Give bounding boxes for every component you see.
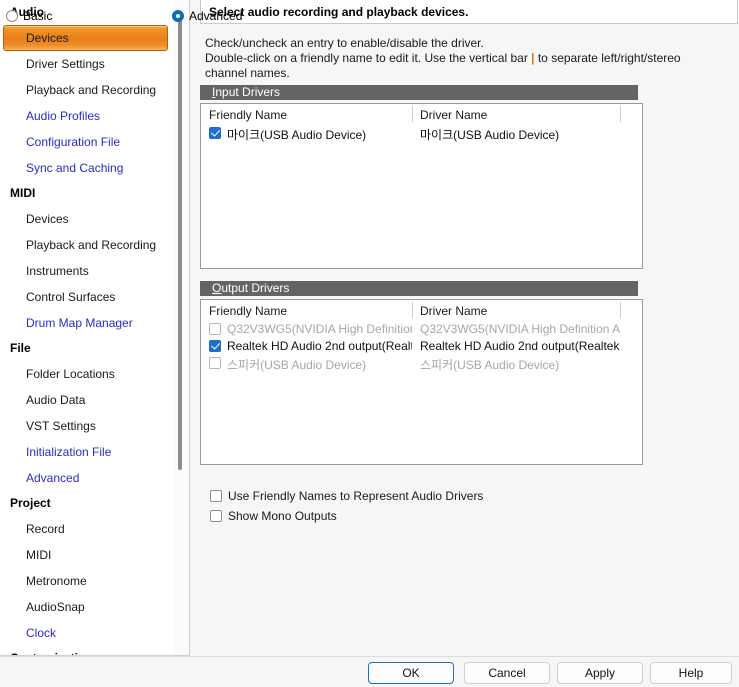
sidebar-item-playback-and-recording[interactable]: Playback and Recording: [0, 77, 172, 103]
driver-friendly-name[interactable]: 마이크(USB Audio Device): [227, 126, 412, 143]
sidebar-item-playback-and-recording[interactable]: Playback and Recording: [0, 232, 172, 258]
driver-name: Realtek HD Audio 2nd output(Realtek(...: [420, 339, 620, 353]
driver-enable-checkbox[interactable]: [209, 323, 221, 335]
sidebar-item-devices[interactable]: Devices: [0, 206, 172, 232]
sidebar-item-driver-settings[interactable]: Driver Settings: [0, 51, 172, 77]
sidebar-nav-list: Audio Devices Driver Settings Playback and …: [0, 0, 172, 655]
advanced-mode-label: Advanced: [189, 9, 243, 23]
show-mono-outputs-label: Show Mono Outputs: [228, 509, 337, 523]
cancel-button[interactable]: Cancel: [464, 662, 550, 684]
sidebar-item-vst-settings[interactable]: VST Settings: [0, 413, 172, 439]
driver-name: Q32V3WG5(NVIDIA High Definition Au...: [420, 322, 620, 336]
advanced-mode-radio[interactable]: [172, 10, 184, 22]
input-drivers-label-rest: nput Drivers: [215, 85, 281, 99]
output-drivers-label-rest: utput Drivers: [221, 281, 290, 295]
apply-button[interactable]: Apply: [557, 662, 643, 684]
instructions-line-2b: to separate left/right/stereo: [534, 51, 681, 65]
use-friendly-names-label: Use Friendly Names to Represent Audio Dr…: [228, 489, 484, 503]
input-col-driver-name[interactable]: Driver Name: [420, 108, 487, 122]
driver-friendly-name[interactable]: 스피커(USB Audio Device): [227, 356, 412, 373]
driver-enable-checkbox[interactable]: [209, 357, 221, 369]
driver-name: 마이크(USB Audio Device): [420, 128, 560, 142]
sidebar-item-record[interactable]: Record: [0, 516, 172, 542]
output-col-friendly-name[interactable]: Friendly Name: [209, 304, 287, 318]
output-col-divider-1[interactable]: [412, 302, 413, 318]
ok-button[interactable]: OK: [368, 662, 454, 684]
input-col-divider-1[interactable]: [412, 106, 413, 122]
sidebar-item-folder-locations[interactable]: Folder Locations: [0, 361, 172, 387]
sidebar-group-project: Project: [10, 496, 51, 510]
sidebar-item-clock[interactable]: Clock: [0, 620, 172, 646]
help-button[interactable]: Help: [650, 662, 732, 684]
sidebar-item-initialization-file[interactable]: Initialization File: [0, 439, 172, 465]
sidebar-item-midi[interactable]: MIDI: [0, 542, 172, 568]
sidebar-item-instruments[interactable]: Instruments: [0, 258, 172, 284]
sidebar-item-audio-data[interactable]: Audio Data: [0, 387, 172, 413]
input-col-friendly-name[interactable]: Friendly Name: [209, 108, 287, 122]
table-row[interactable]: Q32V3WG5(NVIDIA High Definition ... Q32V3…: [201, 321, 642, 338]
driver-name: 스피커(USB Audio Device): [420, 358, 560, 372]
output-col-divider-2[interactable]: [620, 302, 621, 318]
sidebar-item-audio-profiles[interactable]: Audio Profiles: [0, 103, 172, 129]
driver-friendly-name[interactable]: Realtek HD Audio 2nd output(Realte...: [227, 339, 412, 353]
output-drivers-table-head: Friendly Name Driver Name: [201, 300, 642, 321]
input-drivers-rows: 마이크(USB Audio Device) 마이크(USB Audio Devic…: [201, 125, 642, 142]
show-mono-outputs-checkbox[interactable]: [210, 510, 222, 522]
sidebar-item-advanced[interactable]: Advanced: [0, 465, 172, 491]
instructions-text: Check/uncheck an entry to enable/disable…: [205, 36, 725, 81]
basic-mode-radio[interactable]: [6, 10, 18, 22]
basic-mode-label: Basic: [23, 9, 53, 23]
input-drivers-group-header: Input Drivers: [200, 85, 638, 100]
output-drivers-accel-letter: O: [212, 281, 222, 295]
preferences-content: Select audio recording and playback devi…: [191, 0, 739, 656]
driver-enable-checkbox[interactable]: [209, 127, 221, 139]
sidebar-scrollbar[interactable]: [174, 0, 189, 655]
sidebar-group-customization: Customization: [0, 646, 172, 655]
sidebar-scrollbar-thumb[interactable]: [178, 18, 182, 470]
sidebar-item-control-surfaces[interactable]: Control Surfaces: [0, 284, 172, 310]
sidebar-item-drum-map-manager[interactable]: Drum Map Manager: [0, 310, 172, 336]
table-row[interactable]: 스피커(USB Audio Device) 스피커(USB Audio Devic…: [201, 355, 642, 372]
table-row[interactable]: 마이크(USB Audio Device) 마이크(USB Audio Devic…: [201, 125, 642, 142]
table-row[interactable]: Realtek HD Audio 2nd output(Realte... Rea…: [201, 338, 642, 355]
driver-friendly-name[interactable]: Q32V3WG5(NVIDIA High Definition ...: [227, 322, 412, 336]
sidebar-group-file: File: [10, 341, 31, 355]
preferences-sidebar: Audio Devices Driver Settings Playback and …: [0, 0, 190, 656]
input-col-divider-2[interactable]: [620, 106, 621, 122]
output-col-driver-name[interactable]: Driver Name: [420, 304, 487, 318]
sidebar-item-configuration-file[interactable]: Configuration File: [0, 129, 172, 155]
input-drivers-table-head: Friendly Name Driver Name: [201, 104, 642, 125]
page-title: Select audio recording and playback devi…: [200, 0, 738, 24]
use-friendly-names-checkbox[interactable]: [210, 490, 222, 502]
instructions-line-1: Check/uncheck an entry to enable/disable…: [205, 36, 484, 50]
input-drivers-table[interactable]: Friendly Name Driver Name 마이크(USB Audio …: [200, 103, 643, 269]
output-drivers-table[interactable]: Friendly Name Driver Name Q32V3WG5(NVIDI…: [200, 299, 643, 465]
sidebar-item-audiosnap[interactable]: AudioSnap: [0, 594, 172, 620]
sidebar-group-midi: MIDI: [10, 186, 36, 200]
instructions-line-2a: Double-click on a friendly name to edit …: [205, 51, 532, 65]
sidebar-item-metronome[interactable]: Metronome: [0, 568, 172, 594]
sidebar-item-sync-and-caching[interactable]: Sync and Caching: [0, 155, 172, 181]
instructions-line-2: Double-click on a friendly name to edit …: [205, 51, 725, 66]
output-drivers-group-header: Output Drivers: [200, 281, 638, 296]
instructions-line-3: channel names.: [205, 66, 290, 80]
driver-enable-checkbox[interactable]: [209, 340, 221, 352]
sidebar-item-devices[interactable]: Devices: [3, 25, 168, 51]
output-drivers-rows: Q32V3WG5(NVIDIA High Definition ... Q32V3…: [201, 321, 642, 372]
